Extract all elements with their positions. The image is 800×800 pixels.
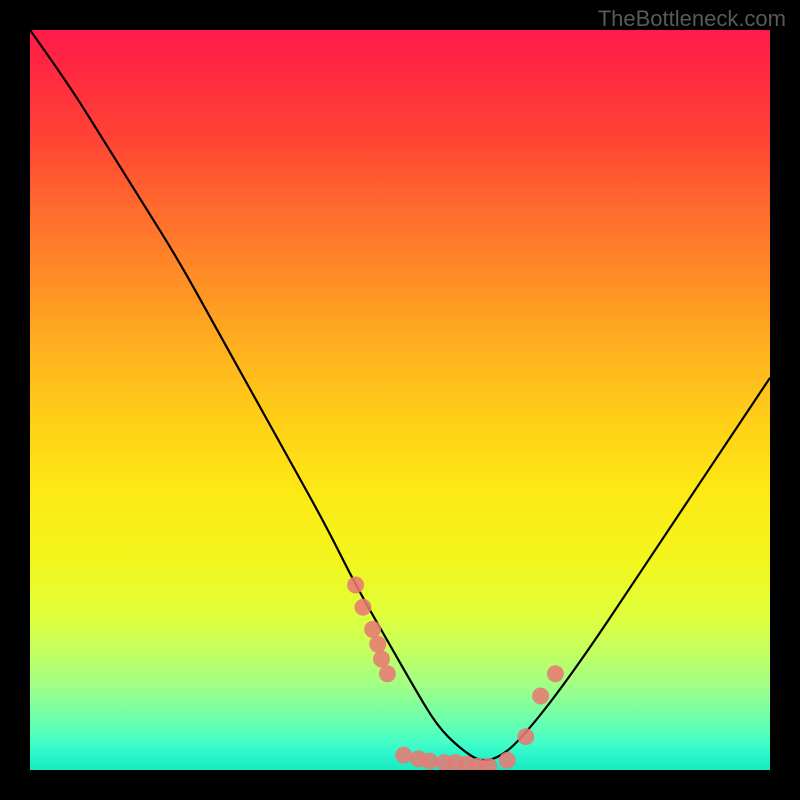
data-point	[347, 577, 364, 594]
plot-area	[30, 30, 770, 770]
data-point	[373, 651, 390, 668]
data-point	[364, 621, 381, 638]
watermark-text: TheBottleneck.com	[598, 6, 786, 32]
curve-layer	[30, 30, 770, 770]
data-point	[532, 688, 549, 705]
data-point	[499, 752, 516, 769]
data-point	[395, 747, 412, 764]
data-point	[379, 665, 396, 682]
data-point	[421, 753, 438, 770]
data-point	[547, 665, 564, 682]
data-point	[355, 599, 372, 616]
bottleneck-curve	[30, 30, 770, 760]
data-point	[517, 728, 534, 745]
data-point	[369, 636, 386, 653]
chart-container: TheBottleneck.com	[0, 0, 800, 800]
